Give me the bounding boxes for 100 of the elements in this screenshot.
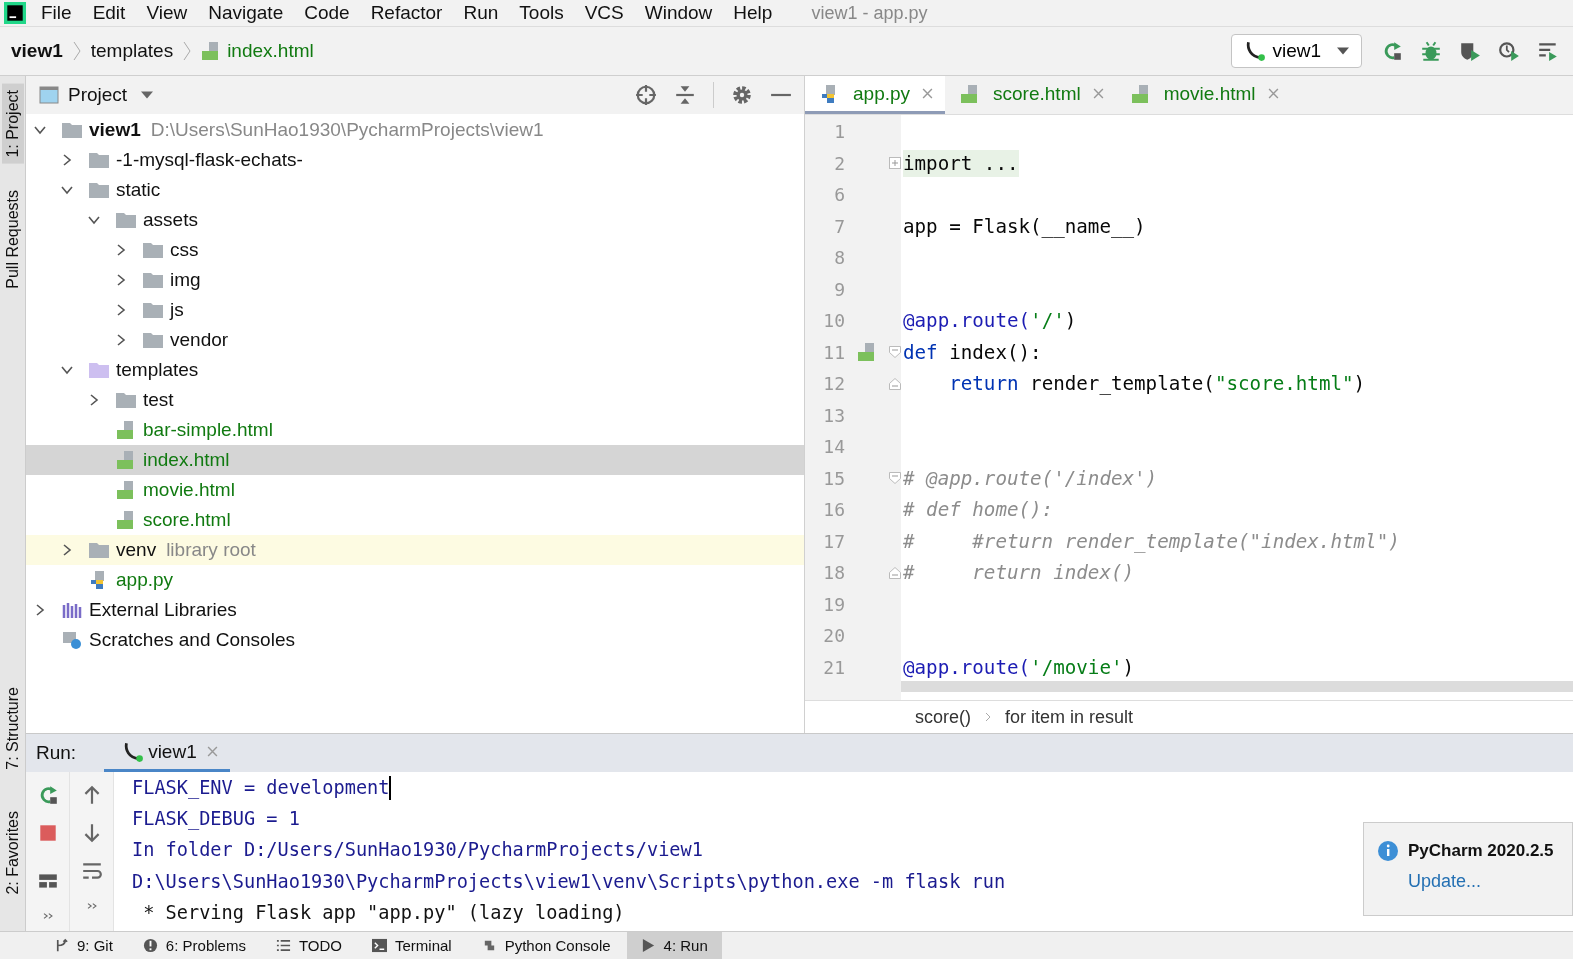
line-number: 14 (822, 436, 845, 458)
menu-item[interactable]: VCS (584, 2, 624, 24)
settings-icon[interactable] (731, 84, 753, 106)
tree-row[interactable]: test (26, 385, 804, 415)
tree-item-label: -1-mysql-flask-echats- (116, 149, 303, 171)
editor-tab[interactable]: score.html (945, 76, 1116, 114)
line-number: 17 (822, 530, 845, 552)
tool-window-tab[interactable]: 6: Problems (128, 932, 260, 959)
panel-icon (38, 85, 60, 105)
chevron-icon[interactable] (115, 334, 127, 346)
tree-row[interactable]: img (26, 265, 804, 295)
tool-window-tab[interactable]: Python Console (467, 932, 625, 959)
line-number: 18 (822, 562, 845, 584)
tree-row[interactable]: venv library root (26, 535, 804, 565)
menu-item[interactable]: View (146, 2, 188, 24)
chevron-icon[interactable] (115, 304, 127, 316)
code-line: @app.route('/') (903, 309, 1077, 333)
collapse-all-icon[interactable] (674, 84, 696, 106)
close-icon[interactable] (1092, 88, 1104, 99)
chevron-icon[interactable] (61, 364, 73, 376)
close-icon[interactable] (1267, 88, 1279, 99)
tree-item-note: library root (166, 539, 256, 561)
branch-icon (54, 938, 69, 953)
line-number: 1 (833, 121, 845, 143)
tree-row[interactable]: movie.html (26, 475, 804, 505)
locate-icon[interactable] (635, 84, 657, 106)
menu-item[interactable]: Refactor (370, 2, 443, 24)
tree-row[interactable]: bar-simple.html (26, 415, 804, 445)
chevron-icon[interactable] (115, 274, 127, 286)
chevron-icon[interactable] (115, 244, 127, 256)
editor-tab[interactable]: app.py (805, 76, 946, 114)
menu-item[interactable]: Window (644, 2, 713, 24)
list-icon (275, 938, 291, 953)
chevron-icon[interactable] (61, 544, 73, 556)
tree-row[interactable]: js (26, 295, 804, 325)
breadcrumb-item[interactable]: score() (915, 706, 971, 728)
clock-play-icon[interactable] (1498, 40, 1520, 62)
tool-window-tab[interactable]: Terminal (357, 932, 466, 959)
tree-row[interactable]: External Libraries (26, 595, 804, 625)
dropdown-icon[interactable] (141, 91, 154, 99)
chevron-icon[interactable] (88, 394, 100, 406)
tool-window-tab[interactable]: 4: Run (626, 932, 722, 959)
menu-item[interactable]: Navigate (208, 2, 284, 24)
tool-window-tab[interactable]: 9: Git (40, 932, 127, 959)
chevron-icon[interactable] (61, 154, 73, 166)
chevron-icon[interactable] (34, 124, 46, 136)
editor-tab[interactable]: movie.html (1115, 76, 1291, 114)
menu-item[interactable]: Run (463, 2, 499, 24)
terminal-icon (371, 938, 387, 953)
chevron-icon[interactable] (61, 184, 73, 196)
tree-row[interactable]: index.html (26, 445, 804, 475)
info-icon (1378, 841, 1398, 861)
window-title: view1 - app.py (811, 2, 928, 24)
folder-icon (142, 300, 164, 320)
run-tab[interactable]: view1 (104, 734, 230, 772)
tree-row[interactable]: -1-mysql-flask-echats- (26, 145, 804, 175)
scrollbar[interactable] (901, 681, 1573, 692)
tree-row[interactable]: templates (26, 355, 804, 385)
play-icon (640, 938, 656, 953)
chevron-icon[interactable] (34, 604, 46, 616)
breadcrumb-item[interactable]: for item in result (1005, 706, 1134, 728)
menu-item[interactable]: Help (733, 2, 773, 24)
warning-icon (142, 938, 158, 953)
tree-row[interactable]: view1 D:\Users\SunHao1930\PycharmProjects\view1 (26, 115, 804, 145)
tree-row[interactable]: vendor (26, 325, 804, 355)
shield-play-icon[interactable] (1459, 40, 1481, 62)
tree-row[interactable]: assets (26, 205, 804, 235)
breadcrumb-item[interactable]: templates (90, 40, 174, 62)
tree-row[interactable]: score.html (26, 505, 804, 535)
line-number: 6 (833, 184, 845, 206)
panel-title[interactable]: Project (68, 84, 128, 106)
tool-window-tab[interactable]: TODO (261, 932, 356, 959)
tree-item-label: view1 (89, 119, 141, 141)
breadcrumb-item[interactable]: index.html (227, 40, 314, 62)
line-number: 15 (822, 467, 845, 489)
menu-item[interactable]: Code (304, 2, 350, 24)
tree-row[interactable]: app.py (26, 565, 804, 595)
chevron-icon[interactable] (88, 214, 100, 226)
menu-item[interactable]: Tools (519, 2, 564, 24)
bug-icon[interactable] (1420, 40, 1442, 62)
run-label: Run: (36, 742, 77, 764)
close-icon[interactable] (922, 88, 934, 99)
list-play-icon[interactable] (1537, 40, 1559, 62)
run-config-dropdown[interactable]: view1 (1231, 34, 1362, 68)
tree-row[interactable]: Scratches and Consoles (26, 625, 804, 655)
line-number: 13 (822, 404, 845, 426)
line-number: 19 (822, 593, 845, 615)
menu-item[interactable]: File (41, 2, 72, 24)
update-link[interactable]: Update... (1408, 871, 1554, 892)
tree-item-label: index.html (143, 449, 230, 471)
side-tab[interactable]: 7: Structure (1, 680, 24, 776)
menu-item[interactable]: Edit (92, 2, 126, 24)
soft-wrap-icon[interactable] (80, 860, 103, 882)
folder-icon (88, 150, 110, 170)
side-tab[interactable]: Pull Requests (1, 183, 24, 295)
breadcrumb-item[interactable]: view1 (11, 40, 63, 62)
side-tab[interactable]: 2: Favorites (1, 805, 24, 901)
side-tab[interactable]: 1: Project (1, 84, 24, 164)
tree-row[interactable]: static (26, 175, 804, 205)
tree-row[interactable]: css (26, 235, 804, 265)
